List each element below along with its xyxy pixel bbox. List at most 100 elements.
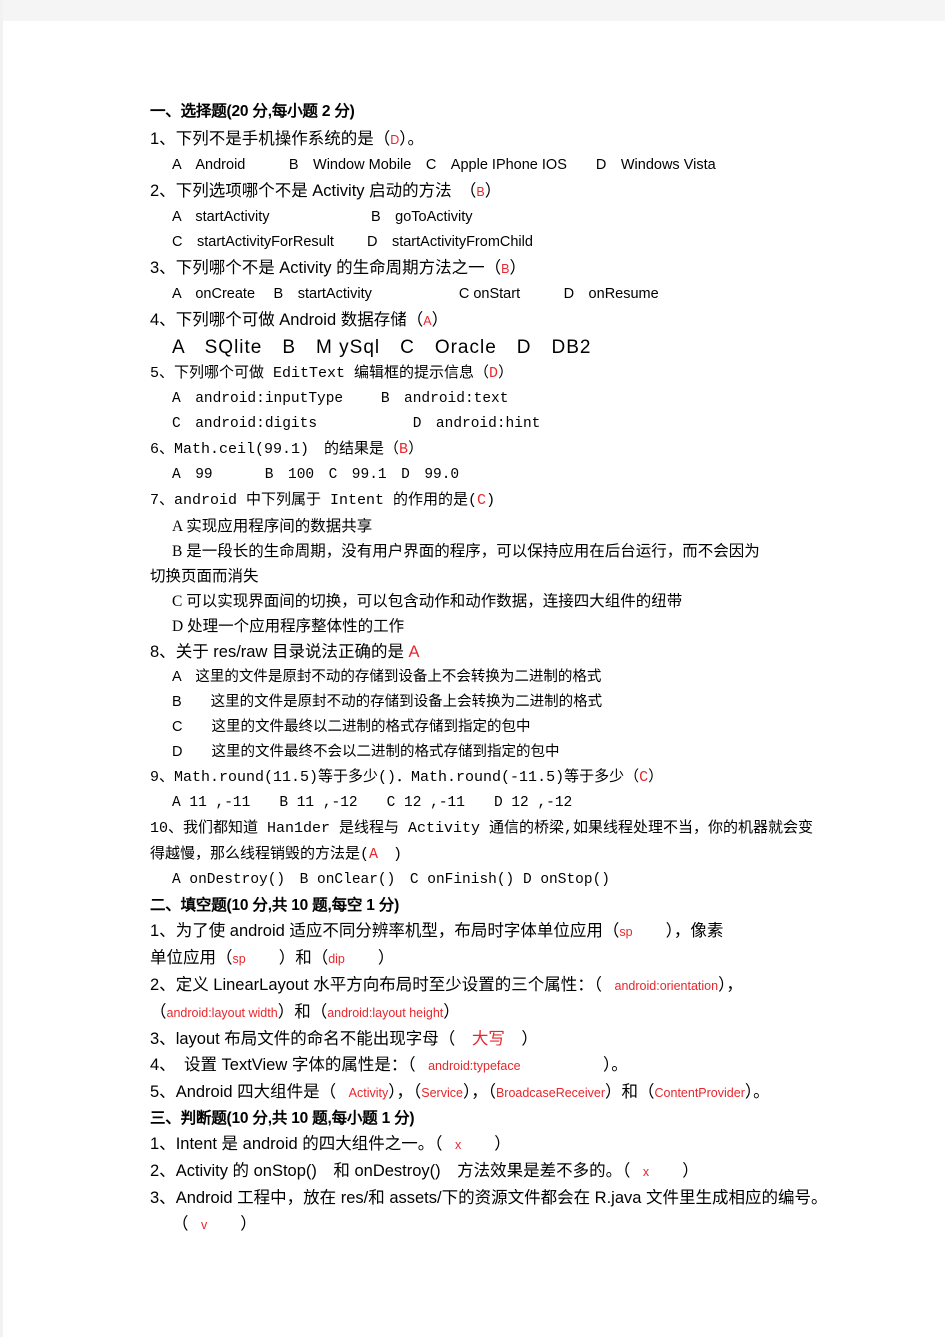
question-number: 3、	[150, 1189, 176, 1207]
question-number: 2、	[150, 182, 176, 200]
question-text: ），	[718, 976, 743, 994]
question-6-option-row: A 99 B 100 C 99.1 D 99.0	[172, 467, 460, 483]
question-text: ）	[461, 1135, 511, 1153]
question-8-option-row: A 这里的文件是原封不动的存储到设备上不会转换为二进制的格式	[172, 669, 602, 685]
question-text: ），（	[462, 1083, 496, 1101]
question-number: 3、	[150, 259, 176, 277]
blank-answer: Activity	[336, 1086, 389, 1100]
fill-question-5: 5、Android 四大组件是（ Activity），（Service），（Br…	[150, 1079, 910, 1106]
question-2-option-row: C startActivityForResult D startActivity…	[172, 234, 533, 250]
document-body: 一、选择题(20 分,每小题 2 分) 1、下列不是手机操作系统的是（D）。 A…	[150, 99, 910, 1238]
question-5-option-row: C android:digits D android:hint	[172, 416, 541, 432]
question-text: 下列哪个不是 Activity 的生命周期方法之一（	[175, 259, 502, 277]
answer-mark: D	[390, 133, 400, 147]
question-1-stem: 1、下列不是手机操作系统的是（D）。	[150, 126, 910, 153]
question-tail: )	[378, 846, 403, 863]
question-number: 6、	[150, 441, 175, 458]
question-number: 2、	[150, 1162, 176, 1180]
answer-mark: D	[489, 365, 499, 382]
question-7-option-row: A 实现应用程序间的数据共享	[172, 518, 373, 535]
question-tail: ）	[431, 311, 449, 329]
answer-mark: v	[188, 1218, 208, 1232]
tf-question-3-line2: （ v ）	[150, 1211, 910, 1238]
question-3-option-row: A onCreate B startActivity C onStart D o…	[172, 286, 659, 302]
answer-mark: x	[630, 1165, 650, 1179]
question-text: Math.round(11.5)等于多少()．Math.round(-11.5)…	[174, 769, 640, 786]
question-text: （	[172, 1215, 189, 1233]
question-number: 10、	[150, 820, 184, 837]
blank-answer: 大写	[455, 1030, 505, 1048]
question-text: 下列哪个可做 EditText 编辑框的提示信息（	[174, 365, 490, 382]
tf-question-2: 2、Activity 的 onStop() 和 onDestroy() 方法效果…	[150, 1158, 910, 1185]
question-text: ）和（	[277, 1003, 328, 1021]
blank-answer: dip	[328, 952, 345, 966]
question-tail: ）	[648, 769, 664, 786]
question-6-stem: 6、Math.ceil(99.1) 的结果是（B）	[150, 437, 910, 463]
section-heading-3: 三、判断题(10 分,共 10 题,每小题 1 分)	[150, 1110, 415, 1127]
blank-answer: BroadcaseReceiver	[495, 1086, 606, 1100]
question-7-option-row: C 可以实现界面间的切换，可以包含动作和动作数据，连接四大组件的纽带	[172, 593, 683, 610]
question-10-stem: 10、我们都知道 Han1der 是线程与 Activity 通信的桥梁,如果线…	[150, 816, 910, 842]
question-tail: ）	[408, 441, 424, 458]
question-1-options: A Android B Window Mobile C Apple IPhone…	[172, 157, 716, 173]
question-text: Math.ceil(99.1) 的结果是（	[174, 441, 400, 458]
fill-question-2-line1: 2、定义 LinearLayout 水平方向布局时至少设置的三个属性：（ and…	[150, 972, 910, 999]
question-text: ）	[207, 1215, 257, 1233]
question-tail: ）	[484, 182, 502, 200]
question-tail: ）	[509, 259, 526, 277]
question-number: 1、	[150, 922, 176, 940]
question-8-option-row: D 这里的文件最终不会以二进制的格式存储到指定的包中	[172, 744, 560, 760]
question-text: ）	[443, 1003, 460, 1021]
question-text: ）和（	[605, 1083, 655, 1101]
question-text: ）。	[520, 1056, 628, 1074]
question-text: 下列选项哪个不是 Activity 启动的方法 （	[175, 182, 477, 200]
blank-answer: android:orientation	[602, 979, 719, 993]
question-10-option-row: A onDestroy() B onClear() C onFinish() D…	[172, 872, 610, 888]
question-7-stem: 7、android 中下列属于 Intent 的作用的是(C)	[150, 488, 910, 514]
section-heading-2: 二、填空题(10 分,共 10 题,每空 1 分)	[150, 897, 400, 914]
question-text: 关于 res/raw 目录说法正确的是	[175, 643, 409, 661]
question-3-stem: 3、下列哪个不是 Activity 的生命周期方法之一（B）	[150, 255, 910, 282]
blank-answer: android:layout width	[166, 1006, 278, 1020]
answer-mark: x	[442, 1138, 462, 1152]
question-text: Android 四大组件是（	[175, 1083, 337, 1101]
question-number: 9、	[150, 769, 175, 786]
question-8-option-row: B 这里的文件是原封不动的存储到设备上会转换为二进制的格式	[172, 694, 603, 710]
question-2-stem: 2、下列选项哪个不是 Activity 启动的方法 （B）	[150, 178, 910, 205]
question-text: 单位应用（	[150, 949, 233, 967]
question-2-option-row: A startActivity B goToActivity	[172, 209, 473, 225]
blank-answer: Service	[421, 1086, 463, 1100]
question-text: 下列哪个可做 Android 数据存储（	[175, 311, 424, 329]
question-number: 2、	[150, 976, 176, 994]
question-number: 7、	[150, 492, 175, 509]
question-8-option-row: C 这里的文件最终以二进制的格式存储到指定的包中	[172, 719, 531, 735]
question-text: Intent 是 android 的四大组件之一。（	[175, 1135, 443, 1153]
question-4-options: A SQlite B M ySql C Oracle D DB2	[172, 337, 592, 358]
question-9-stem: 9、Math.round(11.5)等于多少()．Math.round(-11.…	[150, 765, 910, 791]
question-text: 定义 LinearLayout 水平方向布局时至少设置的三个属性：（	[175, 976, 603, 994]
answer-mark: A	[408, 643, 420, 661]
answer-mark: A	[423, 314, 432, 328]
question-number: 3、	[150, 1030, 176, 1048]
question-5-stem: 5、下列哪个可做 EditText 编辑框的提示信息（D）	[150, 361, 910, 387]
question-8-stem: 8、关于 res/raw 目录说法正确的是 A	[150, 639, 910, 665]
answer-mark: B	[476, 185, 485, 199]
question-text: ）和（	[245, 949, 329, 967]
fill-question-1-line1: 1、为了使 android 适应不同分辨率机型，布局时字体单位应用（sp ），像…	[150, 918, 910, 945]
tf-question-1: 1、Intent 是 android 的四大组件之一。（ x ）	[150, 1131, 910, 1158]
question-number: 8、	[150, 643, 176, 661]
blank-answer: android:layout height	[327, 1006, 444, 1020]
question-text: Android 工程中，放在 res/和 assets/下的资源文件都会在 R.…	[175, 1189, 828, 1207]
section-heading-1: 一、选择题(20 分,每小题 2 分)	[150, 103, 355, 120]
fill-question-1-line2: 单位应用（sp ）和（dip ）	[150, 945, 910, 972]
question-text: （	[150, 1003, 167, 1021]
fill-question-3: 3、layout 布局文件的命名不能出现字母（ 大写 ）	[150, 1026, 910, 1052]
blank-answer: sp	[232, 952, 246, 966]
question-text: ）	[504, 1030, 538, 1048]
question-text: android 中下列属于 Intent 的作用的是(	[174, 492, 478, 509]
question-4-stem: 4、下列哪个可做 Android 数据存储（A）	[150, 307, 910, 334]
question-5-option-row: A android:inputType B android:text	[172, 391, 509, 407]
question-text: 下列不是手机操作系统的是（	[175, 130, 391, 148]
blank-answer: sp	[619, 925, 633, 939]
question-text: ）	[344, 949, 395, 967]
